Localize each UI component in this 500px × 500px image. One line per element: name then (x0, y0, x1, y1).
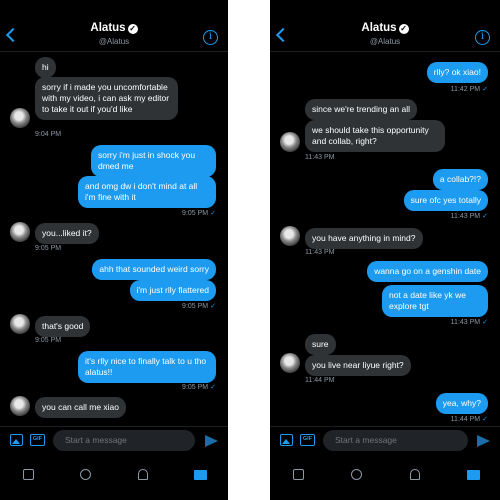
timestamp-text: 11:43 PM (450, 213, 481, 220)
avatar[interactable] (10, 222, 30, 242)
timestamp: 11:43 PM (305, 154, 335, 161)
avatar[interactable] (280, 132, 300, 152)
timestamp: 9:05 PM (35, 245, 62, 252)
dm-conversation-left: Alatus ✓ @Alatus i hi sorry if i made you… (0, 0, 228, 500)
message-bubble-incoming[interactable]: sorry if i made you uncomfortable with m… (35, 77, 178, 120)
verified-icon: ✓ (127, 24, 138, 34)
mail-icon[interactable] (467, 470, 480, 480)
bottom-nav (0, 456, 228, 500)
message-input[interactable]: Start a message (323, 430, 468, 451)
bell-icon[interactable] (138, 469, 148, 480)
contact-name[interactable]: Alatus ✓ (270, 22, 500, 34)
timestamp-text: 11:42 PM (450, 86, 481, 93)
message-bubble-incoming[interactable]: since we're trending an all (305, 99, 418, 120)
read-check-icon: ✓ (482, 213, 488, 220)
message-input[interactable]: Start a message (53, 430, 195, 451)
verified-icon: ✓ (398, 24, 409, 34)
timestamp: 11:44 PM (305, 377, 335, 384)
send-icon[interactable] (477, 435, 490, 447)
message-bubble-incoming[interactable]: you have anything in mind? (305, 228, 423, 249)
contact-name[interactable]: Alatus ✓ (0, 22, 228, 34)
home-icon[interactable] (293, 469, 304, 480)
avatar[interactable] (280, 226, 300, 246)
message-bubble-incoming[interactable]: we should take this opportunity and coll… (305, 120, 445, 152)
send-icon[interactable] (205, 435, 218, 447)
message-bubble-incoming[interactable]: that's good (35, 316, 91, 337)
gif-icon[interactable]: GIF (300, 434, 315, 446)
timestamp-text: 11:44 PM (450, 416, 481, 423)
read-check-icon: ✓ (482, 416, 488, 423)
timestamp: 9:04 PM (35, 131, 62, 138)
bell-icon[interactable] (410, 469, 420, 480)
conversation-header: Alatus ✓ @Alatus i (270, 0, 500, 52)
image-icon[interactable] (10, 434, 23, 446)
search-icon[interactable] (351, 469, 362, 480)
timestamp-text: 9:05 PM (182, 303, 209, 310)
message-bubble-incoming[interactable]: you...liked it? (35, 223, 99, 244)
timestamp-text: 11:43 PM (450, 319, 481, 326)
timestamp-read: 11:43 PM ✓ (451, 318, 488, 326)
message-bubble-outgoing[interactable]: it's rlly nice to finally talk to u tho … (78, 351, 216, 383)
message-bubble-outgoing[interactable]: a collab?!? (432, 169, 488, 190)
avatar[interactable] (10, 314, 30, 334)
message-list[interactable]: rlly? ok xiao! 11:42 PM ✓ since we're tre… (270, 52, 500, 426)
message-bubble-outgoing[interactable]: rlly? ok xiao! (426, 62, 488, 83)
image-icon[interactable] (280, 434, 293, 446)
home-icon[interactable] (23, 469, 34, 480)
bottom-nav (270, 456, 500, 500)
avatar[interactable] (10, 396, 30, 416)
timestamp-read: 9:05 PM ✓ (182, 383, 216, 391)
message-bubble-outgoing[interactable]: not a date like yk we explore tgt (382, 285, 488, 317)
message-bubble-outgoing[interactable]: and omg dw i don't mind at all i'm fine … (78, 176, 216, 208)
message-bubble-incoming[interactable]: sure (305, 334, 336, 355)
message-composer: GIF Start a message (0, 426, 228, 456)
read-check-icon: ✓ (210, 303, 216, 310)
timestamp-text: 9:05 PM (182, 210, 209, 217)
message-list[interactable]: hi sorry if i made you uncomfortable wit… (0, 52, 228, 426)
timestamp-read: 11:42 PM ✓ (451, 85, 488, 93)
timestamp: 11:43 PM (305, 249, 335, 256)
search-icon[interactable] (80, 469, 91, 480)
info-icon[interactable]: i (475, 30, 490, 45)
message-bubble-outgoing[interactable]: sure ofc yes totally (403, 190, 488, 211)
read-check-icon: ✓ (210, 384, 216, 391)
dm-conversation-right: Alatus ✓ @Alatus i rlly? ok xiao! 11:42 P… (270, 0, 500, 500)
mail-icon[interactable] (194, 470, 207, 480)
contact-name-text: Alatus (361, 22, 397, 34)
message-bubble-incoming[interactable]: hi (35, 57, 56, 78)
contact-handle: @Alatus (98, 37, 130, 46)
read-check-icon: ✓ (482, 319, 488, 326)
message-bubble-outgoing[interactable]: yea, why? (435, 393, 488, 414)
avatar[interactable] (10, 108, 30, 128)
message-bubble-outgoing[interactable]: wanna go on a genshin date (367, 261, 488, 282)
timestamp-read: 9:05 PM ✓ (182, 209, 216, 217)
message-bubble-incoming[interactable]: you live near liyue right? (305, 355, 411, 376)
gif-icon[interactable]: GIF (30, 434, 45, 446)
contact-handle: @Alatus (369, 37, 401, 46)
avatar[interactable] (280, 353, 300, 373)
message-bubble-outgoing[interactable]: sorry i'm just in shock you dmed me (91, 145, 216, 177)
message-bubble-outgoing[interactable]: ahh that sounded weird sorry (92, 259, 216, 280)
info-icon[interactable]: i (203, 30, 218, 45)
timestamp-read: 11:44 PM ✓ (451, 415, 488, 423)
contact-name-text: Alatus (90, 22, 126, 34)
read-check-icon: ✓ (210, 210, 216, 217)
timestamp-text: 9:05 PM (182, 384, 209, 391)
timestamp-read: 9:05 PM ✓ (182, 302, 216, 310)
message-bubble-outgoing[interactable]: i'm just rlly flattered (129, 280, 216, 301)
timestamp-read: 11:43 PM ✓ (451, 212, 488, 220)
message-bubble-incoming[interactable]: you can call me xiao (35, 397, 127, 418)
timestamp: 9:05 PM (35, 337, 62, 344)
read-check-icon: ✓ (482, 86, 488, 93)
conversation-header: Alatus ✓ @Alatus i (0, 0, 228, 52)
message-composer: GIF Start a message (270, 426, 500, 456)
